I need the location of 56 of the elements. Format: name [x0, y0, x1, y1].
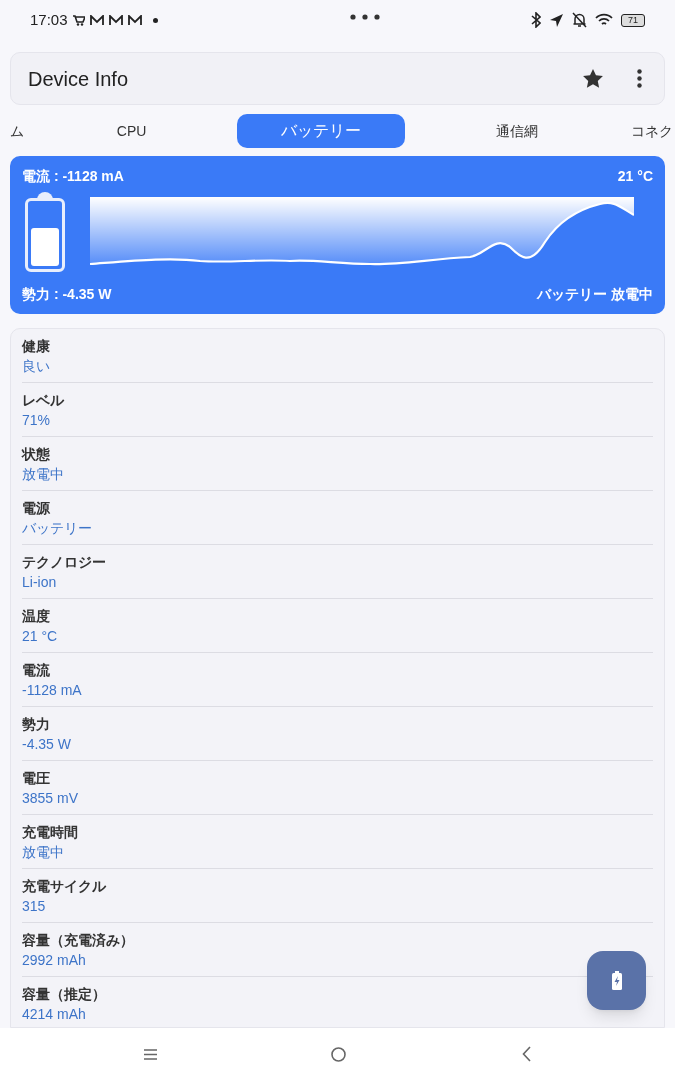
tab[interactable]: ム — [8, 114, 26, 148]
detail-value: 良い — [22, 356, 51, 376]
location-arrow-icon — [549, 12, 564, 28]
detail-label: 温度 — [22, 606, 51, 626]
status-time: 17:03 — [30, 9, 68, 30]
more-menu-icon[interactable] — [637, 69, 642, 88]
wifi-icon — [595, 13, 613, 27]
detail-label: レベル — [22, 390, 65, 410]
battery-fab[interactable] — [587, 951, 646, 1010]
detail-label: 健康 — [22, 336, 51, 356]
mail-icon — [89, 14, 104, 26]
tab[interactable]: 通信網 — [494, 114, 541, 148]
detail-value: バッテリー — [22, 518, 93, 538]
detail-value: 放電中 — [22, 842, 65, 862]
app-title: Device Info — [28, 66, 129, 92]
detail-label: 電圧 — [22, 768, 51, 788]
detail-value: -4.35 W — [22, 734, 72, 754]
tab[interactable]: CPU — [114, 114, 149, 148]
mail-icon — [108, 14, 123, 26]
detail-value: 3855 mV — [22, 788, 80, 808]
detail-label: 容量（推定） — [22, 985, 107, 1004]
detail-value: 71% — [22, 410, 52, 430]
detail-label: 電流 — [22, 660, 51, 680]
star-icon[interactable] — [583, 69, 603, 88]
detail-value: 315 — [22, 896, 47, 916]
detail-label: 充電時間 — [22, 822, 79, 842]
detail-value: 21 °C — [22, 626, 59, 646]
menu-icon[interactable] — [144, 1048, 157, 1060]
battery-indicator: 71 — [621, 13, 645, 27]
home-icon[interactable] — [331, 1046, 346, 1062]
detail-value: 放電中 — [22, 464, 65, 484]
detail-label: テクノロジー — [22, 552, 107, 572]
mail-icon — [127, 14, 142, 26]
detail-value: 4214 mAh — [22, 1005, 87, 1024]
detail-label: 容量（充電済み） — [22, 930, 135, 950]
detail-label: 充電サイクル — [22, 876, 107, 896]
power-reading: 勢力 : -4.35 W — [22, 287, 112, 301]
bell-off-icon — [572, 12, 587, 28]
detail-label: 勢力 — [22, 714, 51, 734]
back-icon[interactable] — [522, 1046, 531, 1062]
more-dots-icon — [350, 14, 380, 20]
detail-value: -1128 mA — [22, 680, 83, 700]
tab[interactable]: バッテリー — [237, 114, 406, 148]
current-reading: 電流 : -1128 mA — [22, 169, 124, 183]
detail-value: 2992 mAh — [22, 950, 87, 970]
cart-icon — [72, 14, 85, 26]
battery-status: バッテリー 放電中 — [537, 287, 653, 301]
detail-value: Li-ion — [22, 572, 58, 592]
tab[interactable]: コネク — [629, 114, 675, 148]
battery-charging-icon — [611, 971, 622, 990]
temperature-reading: 21 °C — [617, 169, 653, 183]
battery-level-icon — [22, 192, 68, 272]
detail-label: 電源 — [22, 498, 51, 518]
dot-icon — [152, 17, 158, 23]
bluetooth-icon — [531, 12, 541, 28]
detail-label: 状態 — [22, 444, 51, 464]
